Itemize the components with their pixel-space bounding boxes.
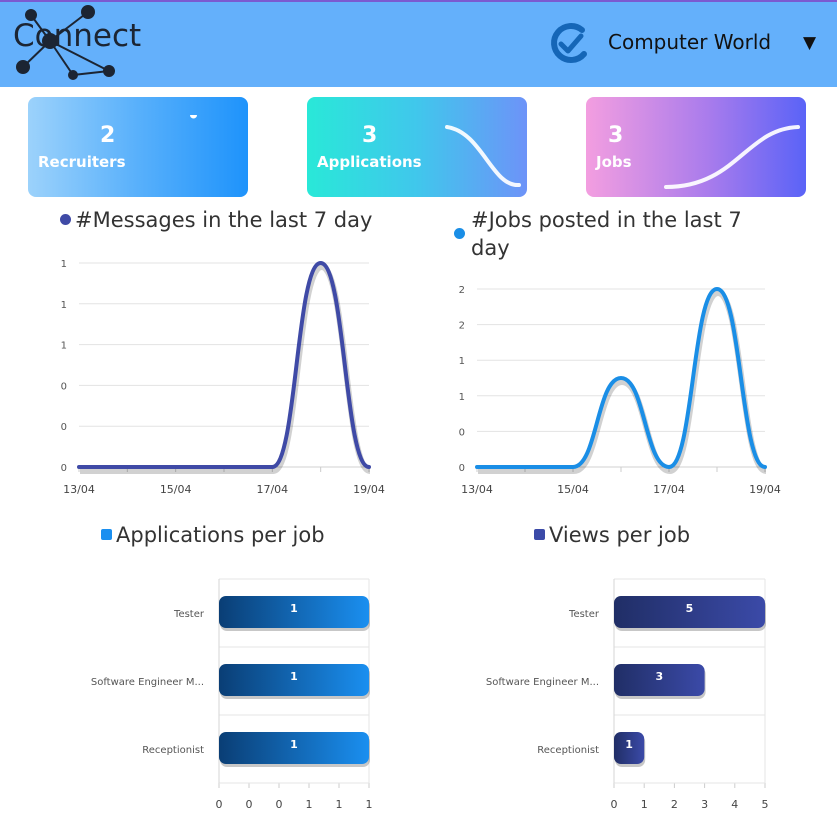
- company-dropdown-caret-icon[interactable]: ▼: [803, 33, 816, 53]
- jobs-chart-title-layout: #Jobs posted in the last 7 day: [454, 206, 784, 262]
- applications-x-tick-label: 1: [336, 798, 343, 811]
- views-bar-value-label: 1: [625, 738, 633, 751]
- jobs-x-tick-label: 15/04: [557, 483, 589, 496]
- views-chart-title: Views per job: [534, 521, 690, 549]
- applications-card[interactable]: 3 Applications: [307, 97, 527, 197]
- applications-card-curve-icon: [445, 125, 521, 188]
- jobs-x-tick-label: 17/04: [653, 483, 685, 496]
- jobs-x-tick-label: 19/04: [749, 483, 781, 496]
- views-x-tick-label: 1: [641, 798, 648, 811]
- messages-y-tick-label: 1: [61, 341, 67, 352]
- messages-chart-title-text: #Messages in the last 7 day: [75, 208, 373, 232]
- jobs-series-shadow: [477, 289, 768, 475]
- jobs-series-line: [475, 286, 767, 470]
- messages-y-tick-label: 1: [61, 259, 67, 270]
- applications-x-tick-label: 0: [276, 798, 283, 811]
- views-category-label: Software Engineer M...: [486, 677, 599, 688]
- applications-x-tick-label: 1: [366, 798, 373, 811]
- jobs-y-tick-label: 0: [459, 427, 465, 438]
- views-category-label: Receptionist: [537, 745, 599, 756]
- applications-x-tick-label: 0: [216, 798, 223, 811]
- jobs-card[interactable]: 3 Jobs: [586, 97, 806, 197]
- jobs-y-tick-label: 1: [459, 392, 465, 403]
- messages-x-tick-label: 13/04: [63, 483, 95, 496]
- jobs-chart-title: #Jobs posted in the last 7 day: [454, 206, 784, 262]
- recruiters-card-decoration-icon: [190, 115, 197, 119]
- applications-legend-marker: [101, 529, 112, 540]
- views-x-tick-label: 4: [731, 798, 738, 811]
- views-category-label: Tester: [568, 609, 600, 620]
- views-x-tick-label: 3: [701, 798, 708, 811]
- messages-series-shadow: [80, 263, 372, 474]
- app-header: Connect Computer World ▼: [0, 0, 837, 87]
- applications-bar-chart: 0 0 0 1 1 1 Tester 1 Software Engineer M... 1 Rece…: [91, 578, 373, 811]
- jobs-y-tick-label: 1: [459, 356, 465, 367]
- messages-y-tick-label: 0: [61, 381, 67, 392]
- applications-chart-title-text: Applications per job: [116, 523, 325, 547]
- jobs-y-tick-label: 0: [459, 463, 465, 474]
- messages-x-tick-label: 19/04: [353, 483, 385, 496]
- company-logo-icon: [551, 23, 587, 63]
- views-x-tick-label: 2: [671, 798, 678, 811]
- applications-x-tick-label: 0: [246, 798, 253, 811]
- jobs-y-tick-label: 2: [459, 285, 465, 296]
- jobs-legend-cell: [454, 206, 469, 262]
- jobs-line-chart: 0 0 1 1 2 2 13/04 15/04 17/04 19/04: [459, 285, 781, 496]
- applications-bar-value-label: 1: [290, 738, 298, 751]
- applications-x-tick-label: 1: [306, 798, 313, 811]
- views-legend-marker: [534, 529, 545, 540]
- logo-text: Connect: [13, 18, 142, 54]
- jobs-x-tick-label: 13/04: [461, 483, 493, 496]
- messages-y-tick-label: 1: [61, 300, 67, 311]
- recruiters-card[interactable]: 2 Recruiters: [28, 97, 248, 197]
- views-x-tick-label: 0: [611, 798, 618, 811]
- applications-category-label: Receptionist: [142, 745, 204, 756]
- views-bar-chart: 0 1 2 3 4 5 Tester 5 Software Engineer M... 3 Rece…: [486, 578, 769, 811]
- messages-y-tick-label: 0: [61, 422, 67, 433]
- messages-x-tick-label: 17/04: [256, 483, 288, 496]
- jobs-legend-marker: [454, 228, 465, 239]
- views-bar-value-label: 5: [686, 602, 694, 615]
- messages-x-tick-label: 15/04: [160, 483, 192, 496]
- messages-series-line: [77, 260, 371, 469]
- views-x-tick-label: 5: [762, 798, 769, 811]
- jobs-card-curve-icon: [664, 125, 800, 189]
- applications-category-label: Software Engineer M...: [91, 677, 204, 688]
- company-name[interactable]: Computer World: [608, 30, 771, 54]
- views-bar-value-label: 3: [655, 670, 663, 683]
- messages-y-tick-label: 0: [61, 463, 67, 474]
- applications-category-label: Tester: [173, 609, 205, 620]
- jobs-chart-title-text: #Jobs posted in the last 7 day: [471, 208, 742, 260]
- messages-legend-marker: [60, 214, 71, 225]
- messages-chart-title: #Messages in the last 7 day: [60, 206, 372, 234]
- views-chart-title-text: Views per job: [549, 523, 691, 547]
- jobs-y-tick-label: 2: [459, 321, 465, 332]
- applications-bar-value-label: 1: [290, 602, 298, 615]
- messages-line-chart: 0 0 0 1 1 1 13/04 15/04 17/04 19/04: [61, 259, 385, 496]
- applications-chart-title: Applications per job: [101, 521, 325, 549]
- applications-bar-value-label: 1: [290, 670, 298, 683]
